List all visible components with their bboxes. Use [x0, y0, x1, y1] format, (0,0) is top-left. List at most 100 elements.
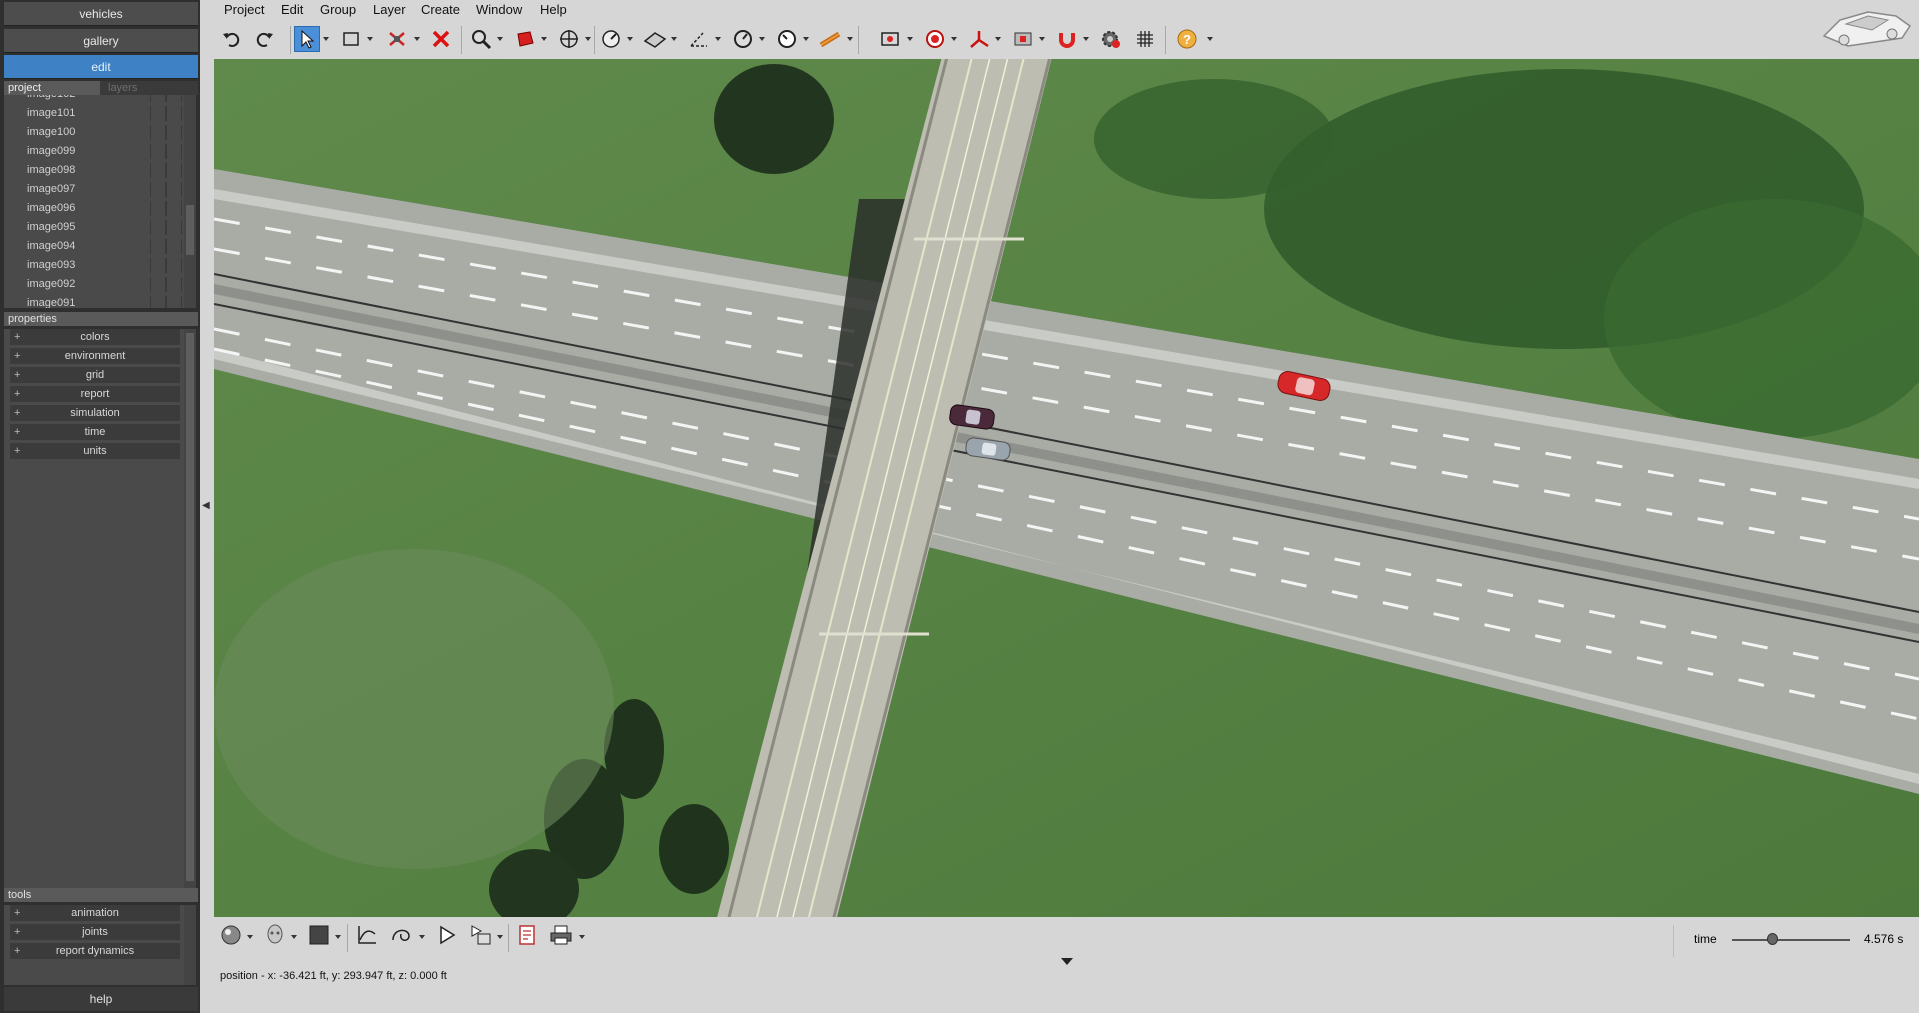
- report-icon[interactable]: [514, 922, 540, 948]
- sphere-dropdown-icon[interactable]: [247, 935, 253, 939]
- shape-dropdown-icon[interactable]: [541, 37, 547, 41]
- gear-settings-icon[interactable]: [1098, 26, 1124, 52]
- menu-window[interactable]: Window: [476, 2, 522, 17]
- fill-dropdown-icon[interactable]: [335, 935, 341, 939]
- visibility-toggle[interactable]: [150, 296, 166, 308]
- property-units[interactable]: + units: [10, 443, 180, 459]
- zoom-icon[interactable]: [468, 26, 494, 52]
- move-center-icon[interactable]: [556, 26, 582, 52]
- environment-icon[interactable]: [1010, 26, 1036, 52]
- camera-dropdown-icon[interactable]: [907, 37, 913, 41]
- gauge-icon[interactable]: [774, 26, 800, 52]
- protractor-dropdown-icon[interactable]: [759, 37, 765, 41]
- menu-help[interactable]: Help: [540, 2, 567, 17]
- visibility-toggle[interactable]: [150, 144, 166, 159]
- sphere-render-icon[interactable]: [218, 922, 244, 948]
- project-scrollbar[interactable]: [184, 95, 196, 308]
- environment-dropdown-icon[interactable]: [1039, 37, 1045, 41]
- list-item[interactable]: image102: [4, 95, 184, 104]
- move-dropdown-icon[interactable]: [585, 37, 591, 41]
- gauge-dropdown-icon[interactable]: [803, 37, 809, 41]
- play-icon[interactable]: [434, 922, 460, 948]
- list-item[interactable]: image091: [4, 294, 184, 308]
- grid-icon[interactable]: [1132, 26, 1158, 52]
- solid-shape-icon[interactable]: [512, 26, 538, 52]
- lock-toggle[interactable]: [166, 182, 182, 197]
- playback-dropdown-icon[interactable]: [497, 935, 503, 939]
- visibility-toggle[interactable]: [150, 201, 166, 216]
- vehicles-button[interactable]: vehicles: [4, 2, 198, 26]
- rectangle-select-icon[interactable]: [338, 26, 364, 52]
- axis-dropdown-icon[interactable]: [995, 37, 1001, 41]
- lock-toggle[interactable]: [166, 125, 182, 140]
- magnet-icon[interactable]: [1054, 26, 1080, 52]
- angle-icon[interactable]: [686, 26, 712, 52]
- axis-icon[interactable]: [966, 26, 992, 52]
- lock-toggle[interactable]: [166, 95, 182, 102]
- target-icon[interactable]: [922, 26, 948, 52]
- visibility-toggle[interactable]: [150, 220, 166, 235]
- tab-project[interactable]: project: [4, 81, 100, 95]
- measure-icon[interactable]: [598, 26, 624, 52]
- visibility-toggle[interactable]: [150, 277, 166, 292]
- plane-dropdown-icon[interactable]: [671, 37, 677, 41]
- tool-animation[interactable]: + animation: [10, 905, 180, 921]
- target-dropdown-icon[interactable]: [951, 37, 957, 41]
- list-item[interactable]: image093: [4, 256, 184, 275]
- list-item[interactable]: image099: [4, 142, 184, 161]
- vehicle-crash-icon[interactable]: [384, 26, 410, 52]
- property-simulation[interactable]: + simulation: [10, 405, 180, 421]
- tab-layers[interactable]: layers: [104, 81, 194, 95]
- path-icon[interactable]: [388, 922, 414, 948]
- gallery-button[interactable]: gallery: [4, 29, 198, 53]
- lock-toggle[interactable]: [166, 296, 182, 308]
- visibility-toggle[interactable]: [150, 95, 166, 102]
- visibility-toggle[interactable]: [150, 106, 166, 121]
- help-icon[interactable]: ?: [1174, 26, 1200, 52]
- tool-joints[interactable]: + joints: [10, 924, 180, 940]
- graph-icon[interactable]: [354, 922, 380, 948]
- delete-icon[interactable]: [428, 26, 454, 52]
- project-scroll-thumb[interactable]: [186, 205, 194, 255]
- tape-measure-icon[interactable]: [818, 26, 844, 52]
- list-item[interactable]: image100: [4, 123, 184, 142]
- menu-project[interactable]: Project: [224, 2, 264, 17]
- properties-scrollbar[interactable]: [184, 329, 196, 889]
- lock-toggle[interactable]: [166, 220, 182, 235]
- zoom-dropdown-icon[interactable]: [497, 37, 503, 41]
- list-item[interactable]: image096: [4, 199, 184, 218]
- menu-group[interactable]: Group: [320, 2, 356, 17]
- playback-options-icon[interactable]: [468, 922, 494, 948]
- visibility-toggle[interactable]: [150, 239, 166, 254]
- path-dropdown-icon[interactable]: [419, 935, 425, 939]
- expand-panel-arrow-icon[interactable]: [1061, 958, 1073, 965]
- rectangle-dropdown-icon[interactable]: [367, 37, 373, 41]
- lock-toggle[interactable]: [166, 106, 182, 121]
- lock-toggle[interactable]: [166, 201, 182, 216]
- select-dropdown-icon[interactable]: [323, 37, 329, 41]
- redo-icon[interactable]: [252, 26, 278, 52]
- crash-dropdown-icon[interactable]: [414, 37, 420, 41]
- collapse-panel-icon[interactable]: ◀: [202, 497, 212, 515]
- menu-edit[interactable]: Edit: [281, 2, 303, 17]
- lock-toggle[interactable]: [166, 277, 182, 292]
- undo-icon[interactable]: [218, 26, 244, 52]
- list-item[interactable]: image097: [4, 180, 184, 199]
- measure-dropdown-icon[interactable]: [627, 37, 633, 41]
- lock-toggle[interactable]: [166, 144, 182, 159]
- visibility-toggle[interactable]: [150, 125, 166, 140]
- time-slider-thumb[interactable]: [1767, 933, 1779, 945]
- menu-create[interactable]: Create: [421, 2, 460, 17]
- angle-dropdown-icon[interactable]: [715, 37, 721, 41]
- tape-dropdown-icon[interactable]: [847, 37, 853, 41]
- print-dropdown-icon[interactable]: [579, 935, 585, 939]
- visibility-toggle[interactable]: [150, 182, 166, 197]
- scene-viewport[interactable]: [214, 59, 1919, 917]
- property-environment[interactable]: + environment: [10, 348, 180, 364]
- property-time[interactable]: + time: [10, 424, 180, 440]
- visibility-toggle[interactable]: [150, 258, 166, 273]
- select-arrow-icon[interactable]: [294, 26, 320, 52]
- property-report[interactable]: + report: [10, 386, 180, 402]
- help-dropdown-icon[interactable]: [1207, 37, 1213, 41]
- list-item[interactable]: image101: [4, 104, 184, 123]
